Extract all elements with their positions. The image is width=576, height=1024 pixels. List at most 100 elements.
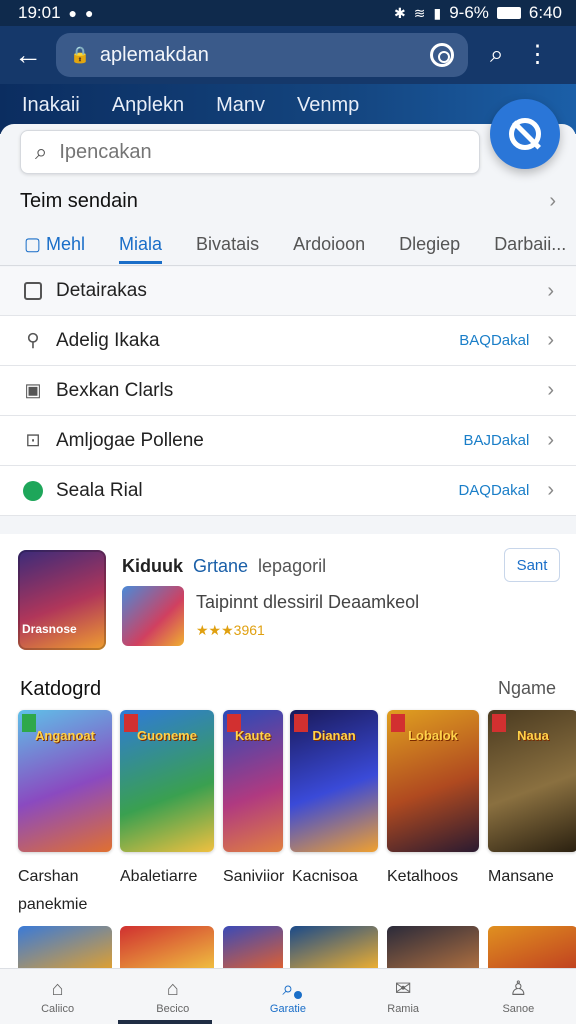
game-card-name: Ketalhoos: [387, 868, 459, 885]
list-item[interactable]: ▣ Bexkan Clarls ›: [0, 366, 576, 416]
nav-label: Garatie: [269, 1002, 306, 1015]
hero-nav-item[interactable]: Manv: [216, 94, 265, 117]
list-item[interactable]: Seala Rial DAQDakal ›: [0, 466, 576, 516]
list-item-tag: BAJDakal: [463, 432, 530, 449]
battery-icon: [496, 7, 521, 19]
game-card[interactable]: Kaute: [223, 710, 283, 852]
magnifier-icon: ⚲: [26, 330, 40, 350]
nav-item-store[interactable]: ⌂ Becico: [115, 969, 230, 1024]
game-card-name: Mansane: [488, 868, 554, 885]
search-input[interactable]: [59, 140, 440, 164]
tab-bivatais[interactable]: Bivatais: [196, 226, 259, 263]
status-left: 19:01 ● ●: [18, 3, 93, 23]
checkbox-icon: [22, 280, 44, 302]
tab-miala[interactable]: Miala: [119, 226, 163, 264]
featured-title-rest: lepagoril: [258, 556, 327, 576]
featured-title: Kiduuk Grtane lepagoril: [122, 556, 326, 577]
game-card-preview[interactable]: [18, 926, 112, 970]
hero-nav-item[interactable]: Inakaii: [22, 94, 80, 117]
shield-icon[interactable]: [430, 43, 454, 67]
list-item-label: Amljogae Pollene: [56, 429, 204, 451]
game-card-name-line2: panekmie: [18, 896, 88, 913]
wifi-icon: ≋: [413, 4, 426, 21]
tab-label: Mehl: [46, 234, 86, 254]
featured-game-image[interactable]: Drasnose: [18, 550, 106, 650]
list-item-label: Adelig Ikaka: [56, 329, 160, 351]
notification-icon-2: ●: [85, 5, 94, 21]
card-title: Naua: [517, 728, 549, 743]
game-card-preview[interactable]: [387, 926, 479, 970]
bottom-navigation: ⌂ Caliico ⌂ Becico ⌕ Garatie ✉ Ramia ♙ S…: [0, 968, 576, 1024]
address-bar[interactable]: 🔒 aplemakdan: [56, 33, 468, 77]
game-card-preview[interactable]: [290, 926, 378, 970]
send-button[interactable]: Sant: [504, 548, 560, 582]
featured-rating: ★★★3961: [196, 622, 265, 638]
game-card-name: Abaletiarre: [120, 868, 198, 885]
calendar-icon: ▣: [24, 380, 42, 400]
floating-action-button[interactable]: [490, 99, 560, 169]
game-card[interactable]: Naua: [488, 710, 576, 852]
game-card[interactable]: Dianan: [290, 710, 378, 852]
category-more-link[interactable]: Ngame: [498, 678, 556, 701]
lock-icon: 🔒: [70, 47, 90, 64]
nav-item-profile[interactable]: ♙ Sanoe: [461, 969, 576, 1024]
nav-label: Caliico: [41, 1002, 75, 1015]
back-arrow-icon[interactable]: ←: [14, 41, 50, 69]
notification-icon: ●: [68, 5, 78, 21]
chevron-right-icon: ›: [547, 279, 554, 302]
nav-item-search[interactable]: ⌕ Garatie: [230, 969, 345, 1024]
featured-game: Drasnose Kiduuk Grtane lepagoril Taipinn…: [0, 534, 576, 664]
more-menu-icon[interactable]: ⋮: [525, 43, 549, 67]
nav-item-home[interactable]: ⌂ Caliico: [0, 969, 115, 1024]
nav-item-mail[interactable]: ✉ Ramia: [346, 969, 461, 1024]
featured-description: Taipinnt dlessiril Deaamkeol: [196, 592, 420, 612]
game-card[interactable]: Lobalok: [387, 710, 479, 852]
list-item-label: Seala Rial: [56, 479, 143, 501]
list-item[interactable]: ⚲ Adelig Ikaka BAQDakal ›: [0, 316, 576, 366]
search-icon[interactable]: ⌕: [490, 41, 503, 69]
active-indicator-dot: [294, 991, 303, 999]
card-title: Dianan: [312, 728, 356, 743]
card-title: Anganoat: [35, 728, 95, 743]
section-title: Teim sendain: [20, 190, 138, 212]
section-header[interactable]: Teim sendain ›: [20, 190, 556, 213]
status-bar: 19:01 ● ● ✱ ≋ ▮ 9-6% 6:40: [0, 0, 576, 26]
search-icon: ⌕: [282, 977, 294, 1000]
tab-dlegiep[interactable]: Dlegiep: [399, 226, 460, 263]
search-field[interactable]: ⌕: [20, 130, 480, 174]
game-card[interactable]: Anganoat: [18, 710, 112, 852]
list-item-label: Detairakas: [56, 280, 147, 301]
hero-nav-item[interactable]: Anplekn: [112, 94, 184, 117]
tab-mehl[interactable]: ▢ Mehl: [24, 226, 85, 263]
featured-thumbnail[interactable]: [122, 586, 184, 646]
tab-ardoioon[interactable]: Ardoioon: [293, 226, 365, 263]
chevron-right-icon: ›: [547, 429, 554, 451]
chevron-right-icon: ›: [547, 329, 554, 351]
featured-title-highlight: Grtane: [193, 556, 249, 576]
game-card-preview[interactable]: [120, 926, 214, 970]
list-item[interactable]: ⊡ Amljogae Pollene BAJDakal ›: [0, 416, 576, 466]
browser-toolbar: ← 🔒 aplemakdan ⌕ ⋮: [0, 26, 576, 84]
home-icon: ⌂: [51, 977, 64, 1000]
hero-nav-item[interactable]: Venmp: [297, 94, 359, 117]
chevron-right-icon: ›: [547, 479, 554, 501]
game-card[interactable]: Guoneme: [120, 710, 214, 852]
game-card-name: Carshan: [18, 868, 79, 885]
list-item-tag: DAQDakal: [458, 482, 530, 499]
game-card-preview[interactable]: [223, 926, 283, 970]
card-title: Kaute: [234, 728, 272, 743]
settings-list: Detairakas › ⚲ Adelig Ikaka BAQDakal › ▣…: [0, 267, 576, 516]
game-card-preview[interactable]: [488, 926, 576, 970]
package-icon: ⊡: [25, 430, 41, 450]
featured-brand: Kiduuk: [122, 556, 183, 576]
tab-icon: ▢: [24, 234, 47, 254]
status-time: 19:01: [18, 3, 61, 22]
bluetooth-icon: ✱: [394, 4, 406, 21]
home-indicator: [118, 1020, 212, 1024]
status-right: ✱ ≋ ▮ 9-6% 6:40: [394, 3, 562, 23]
blocked-icon: [509, 118, 541, 150]
list-item[interactable]: Detairakas ›: [0, 267, 576, 316]
store-icon: ⌂: [166, 977, 179, 1000]
game-card-name: Saniviior: [223, 868, 285, 885]
tab-darbaii[interactable]: Darbaii...: [494, 226, 566, 263]
